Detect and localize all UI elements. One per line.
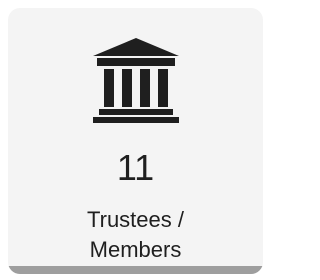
- card-bottom-bar: [8, 266, 263, 274]
- member-count: 11: [116, 147, 155, 188]
- trustees-members-card[interactable]: 11 Trustees / Members: [8, 8, 263, 274]
- bank-building-icon: [8, 36, 263, 124]
- card-label-line-2: Members: [89, 237, 182, 262]
- card-label-line-1: Trustees /: [87, 207, 184, 232]
